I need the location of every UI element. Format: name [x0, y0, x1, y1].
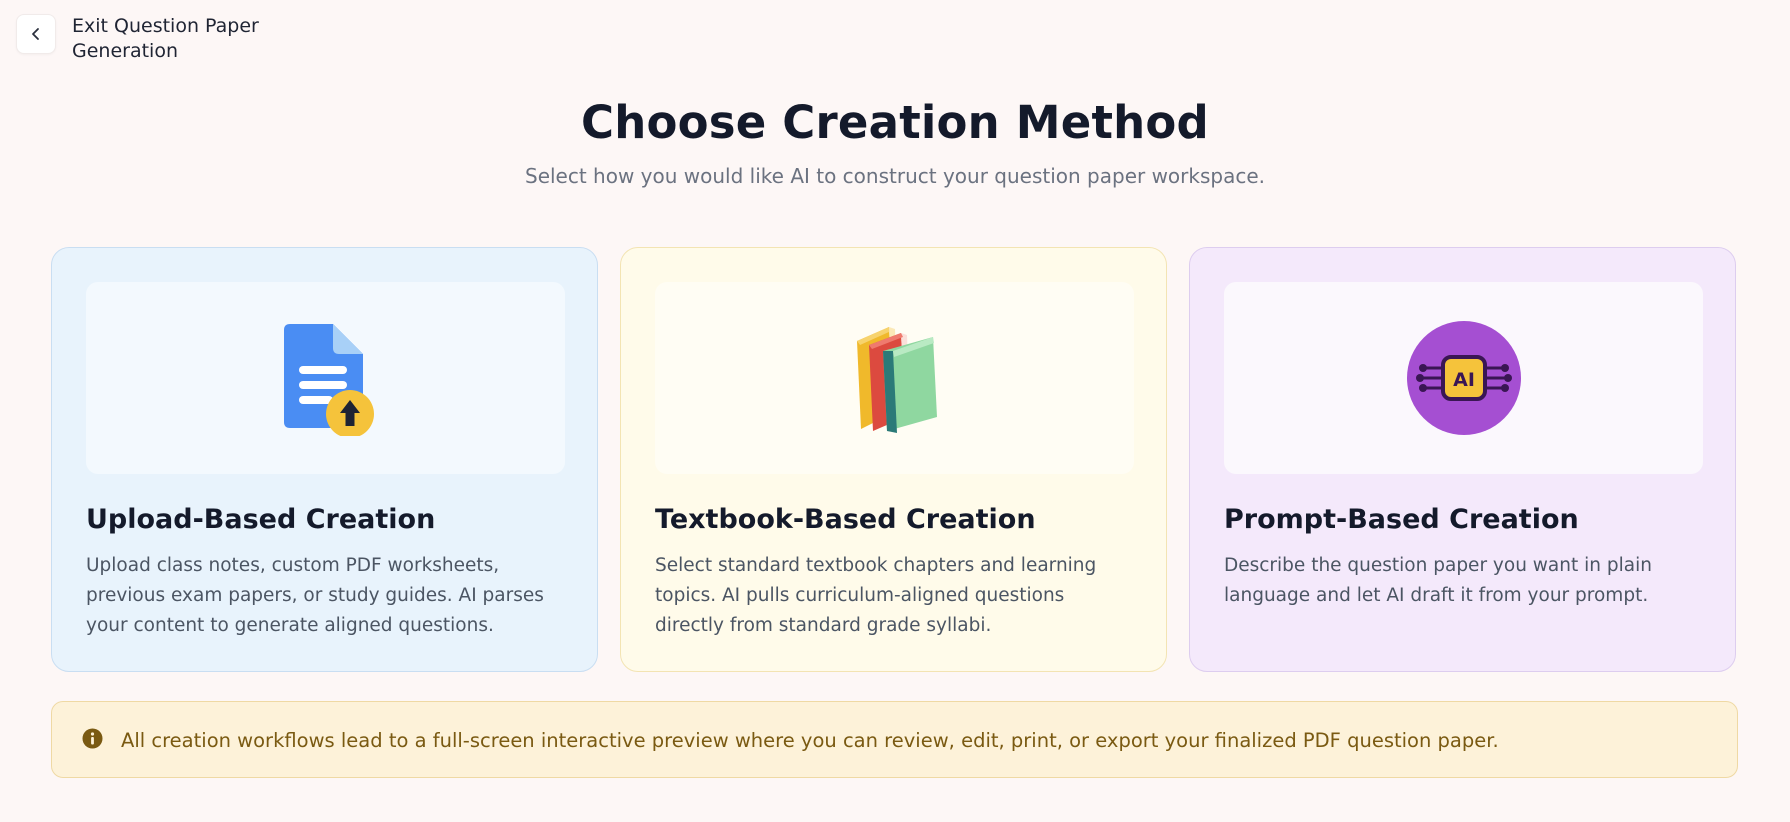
textbook-based-creation-card[interactable]: Textbook-Based Creation Select standard …	[620, 247, 1167, 672]
card-description: Describe the question paper you want in …	[1224, 555, 1652, 606]
card-description: Upload class notes, custom PDF worksheet…	[86, 555, 544, 636]
document-upload-icon	[283, 324, 374, 436]
ai-chip-icon: AI	[1406, 321, 1521, 435]
card-illustration	[655, 282, 1134, 474]
chevron-left-icon	[32, 28, 39, 40]
card-illustration	[86, 282, 565, 474]
page-title: Choose Creation Method	[581, 96, 1209, 149]
back-button[interactable]	[16, 14, 56, 54]
card-title: Upload-Based Creation	[86, 504, 436, 535]
notice-text: All creation workflows lead to a full-sc…	[121, 729, 1499, 752]
card-title: Textbook-Based Creation	[655, 504, 1036, 535]
ai-chip-label: AI	[1453, 369, 1475, 391]
info-icon	[82, 728, 103, 749]
prompt-based-creation-card[interactable]: AI Prompt-Based Creation Describe the qu…	[1189, 247, 1736, 672]
upload-based-creation-card[interactable]: Upload-Based Creation Upload class notes…	[51, 247, 598, 672]
card-illustration: AI	[1224, 282, 1703, 474]
info-notice: All creation workflows lead to a full-sc…	[51, 701, 1738, 778]
exit-label[interactable]: Exit Question Paper Generation	[72, 14, 272, 64]
top-bar: Exit Question Paper Generation	[16, 14, 272, 64]
books-icon	[856, 327, 937, 433]
card-description: Select standard textbook chapters and le…	[655, 555, 1097, 636]
card-title: Prompt-Based Creation	[1224, 504, 1579, 535]
page-subtitle: Select how you would like AI to construc…	[525, 164, 1265, 188]
